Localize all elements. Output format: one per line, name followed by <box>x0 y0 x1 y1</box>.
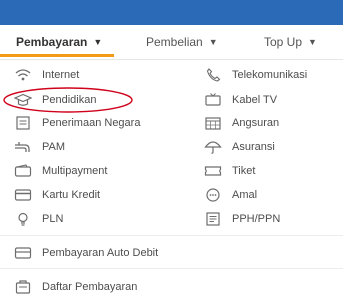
tab-pembelian-label: Pembelian <box>146 35 203 49</box>
calendar-icon <box>204 116 222 130</box>
tab-pembelian[interactable]: Pembelian ▼ <box>146 35 218 49</box>
chevron-down-icon: ▼ <box>208 37 218 47</box>
tab-pembayaran[interactable]: Pembayaran ▼ <box>16 35 102 49</box>
menu-item-label: Penerimaan Negara <box>42 117 141 129</box>
payment-list-icon <box>14 280 32 294</box>
menu-item-angsuran[interactable]: Angsuran <box>204 116 279 130</box>
menu-item-label: Kabel TV <box>232 94 278 106</box>
menu-item-label: Pembayaran Auto Debit <box>42 247 159 259</box>
chevron-down-icon: ▼ <box>308 37 317 47</box>
menu-item-kabel-tv[interactable]: Kabel TV <box>204 93 277 107</box>
section-divider <box>0 268 343 269</box>
menu-item-auto-debit[interactable]: Pembayaran Auto Debit <box>14 246 158 260</box>
chevron-down-icon: ▼ <box>93 37 103 47</box>
menu-item-label: Pendidikan <box>42 94 97 106</box>
menu-item-telekomunikasi[interactable]: Telekomunikasi <box>204 68 307 82</box>
document-icon <box>14 116 32 130</box>
menu-item-label: PPH/PPN <box>232 213 281 225</box>
tax-document-icon <box>204 212 222 226</box>
menu-item-label: Asuransi <box>232 141 275 153</box>
menu-item-asuransi[interactable]: Asuransi <box>204 140 275 154</box>
menu-item-label: Telekomunikasi <box>232 69 308 81</box>
phone-icon <box>204 68 222 82</box>
menu-item-label: Kartu Kredit <box>42 189 101 201</box>
wallet-icon <box>14 164 32 178</box>
active-tab-indicator <box>0 54 114 57</box>
auto-debit-icon <box>14 246 32 260</box>
tab-pembayaran-label: Pembayaran <box>16 35 88 49</box>
donation-icon <box>204 188 222 202</box>
tv-icon <box>204 93 222 107</box>
lightbulb-icon <box>14 212 32 226</box>
menu-item-label: Angsuran <box>232 117 280 129</box>
wifi-icon <box>14 68 32 82</box>
menu-item-label: Amal <box>232 189 258 201</box>
menu-item-label: PAM <box>42 141 66 153</box>
menu-item-pendidikan[interactable]: Pendidikan <box>14 93 96 107</box>
menu-item-label: Multipayment <box>42 165 108 177</box>
menu-item-daftar-pembayaran[interactable]: Daftar Pembayaran <box>14 280 137 294</box>
menu-item-internet[interactable]: Internet <box>14 68 79 82</box>
credit-card-icon <box>14 188 32 202</box>
umbrella-icon <box>204 140 222 154</box>
menu-item-pam[interactable]: PAM <box>14 140 65 154</box>
menu-item-label: Daftar Pembayaran <box>42 281 138 293</box>
section-divider <box>0 235 343 236</box>
menu-item-penerimaan-negara[interactable]: Penerimaan Negara <box>14 116 140 130</box>
menu-item-label: Internet <box>42 69 80 81</box>
app-header-bar <box>0 0 343 25</box>
ticket-icon <box>204 164 222 178</box>
menu-item-label: Tiket <box>232 165 256 177</box>
water-tap-icon <box>14 140 32 154</box>
menu-item-tiket[interactable]: Tiket <box>204 164 255 178</box>
menu-item-multipayment[interactable]: Multipayment <box>14 164 107 178</box>
graduation-cap-icon <box>14 93 32 107</box>
tab-top-up[interactable]: Top Up ▼ <box>264 35 317 49</box>
menu-item-pph-ppn[interactable]: PPH/PPN <box>204 212 280 226</box>
menu-item-label: PLN <box>42 213 64 225</box>
menu-item-amal[interactable]: Amal <box>204 188 257 202</box>
tab-top-up-label: Top Up <box>264 35 303 49</box>
menu-item-pln[interactable]: PLN <box>14 212 63 226</box>
menu-item-kartu-kredit[interactable]: Kartu Kredit <box>14 188 100 202</box>
